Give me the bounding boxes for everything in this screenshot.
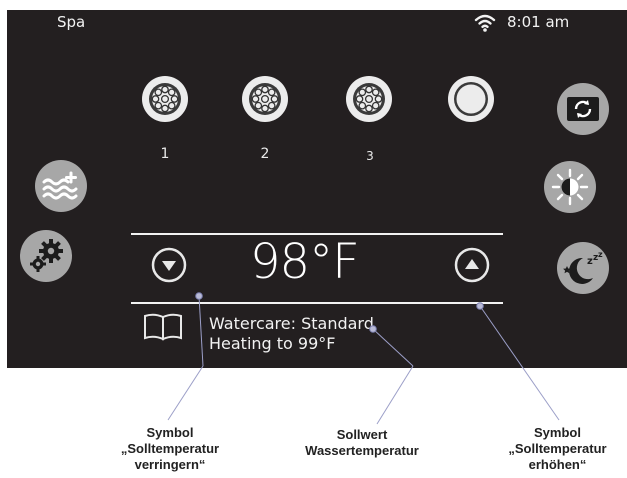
callout-decrease: Symbol „Solltemperatur verringern“: [95, 425, 245, 473]
callout-increase-line1: Symbol: [534, 425, 581, 440]
callout-increase-line2: „Solltemperatur: [508, 441, 607, 456]
callout-setpoint: Sollwert Wassertemperatur: [287, 427, 437, 459]
callout-increase-line3: erhöhen“: [528, 457, 587, 472]
callout-decrease-line3: verringern“: [134, 457, 206, 472]
callout-setpoint-line1: Sollwert: [336, 427, 388, 442]
callout-decrease-line2: „Solltemperatur: [120, 441, 220, 456]
callout-increase: Symbol „Solltemperatur erhöhen“: [488, 425, 627, 473]
callout-decrease-line1: Symbol: [146, 425, 194, 440]
callout-leaders: [167, 292, 560, 425]
callout-setpoint-line2: Wassertemperatur: [305, 443, 419, 458]
